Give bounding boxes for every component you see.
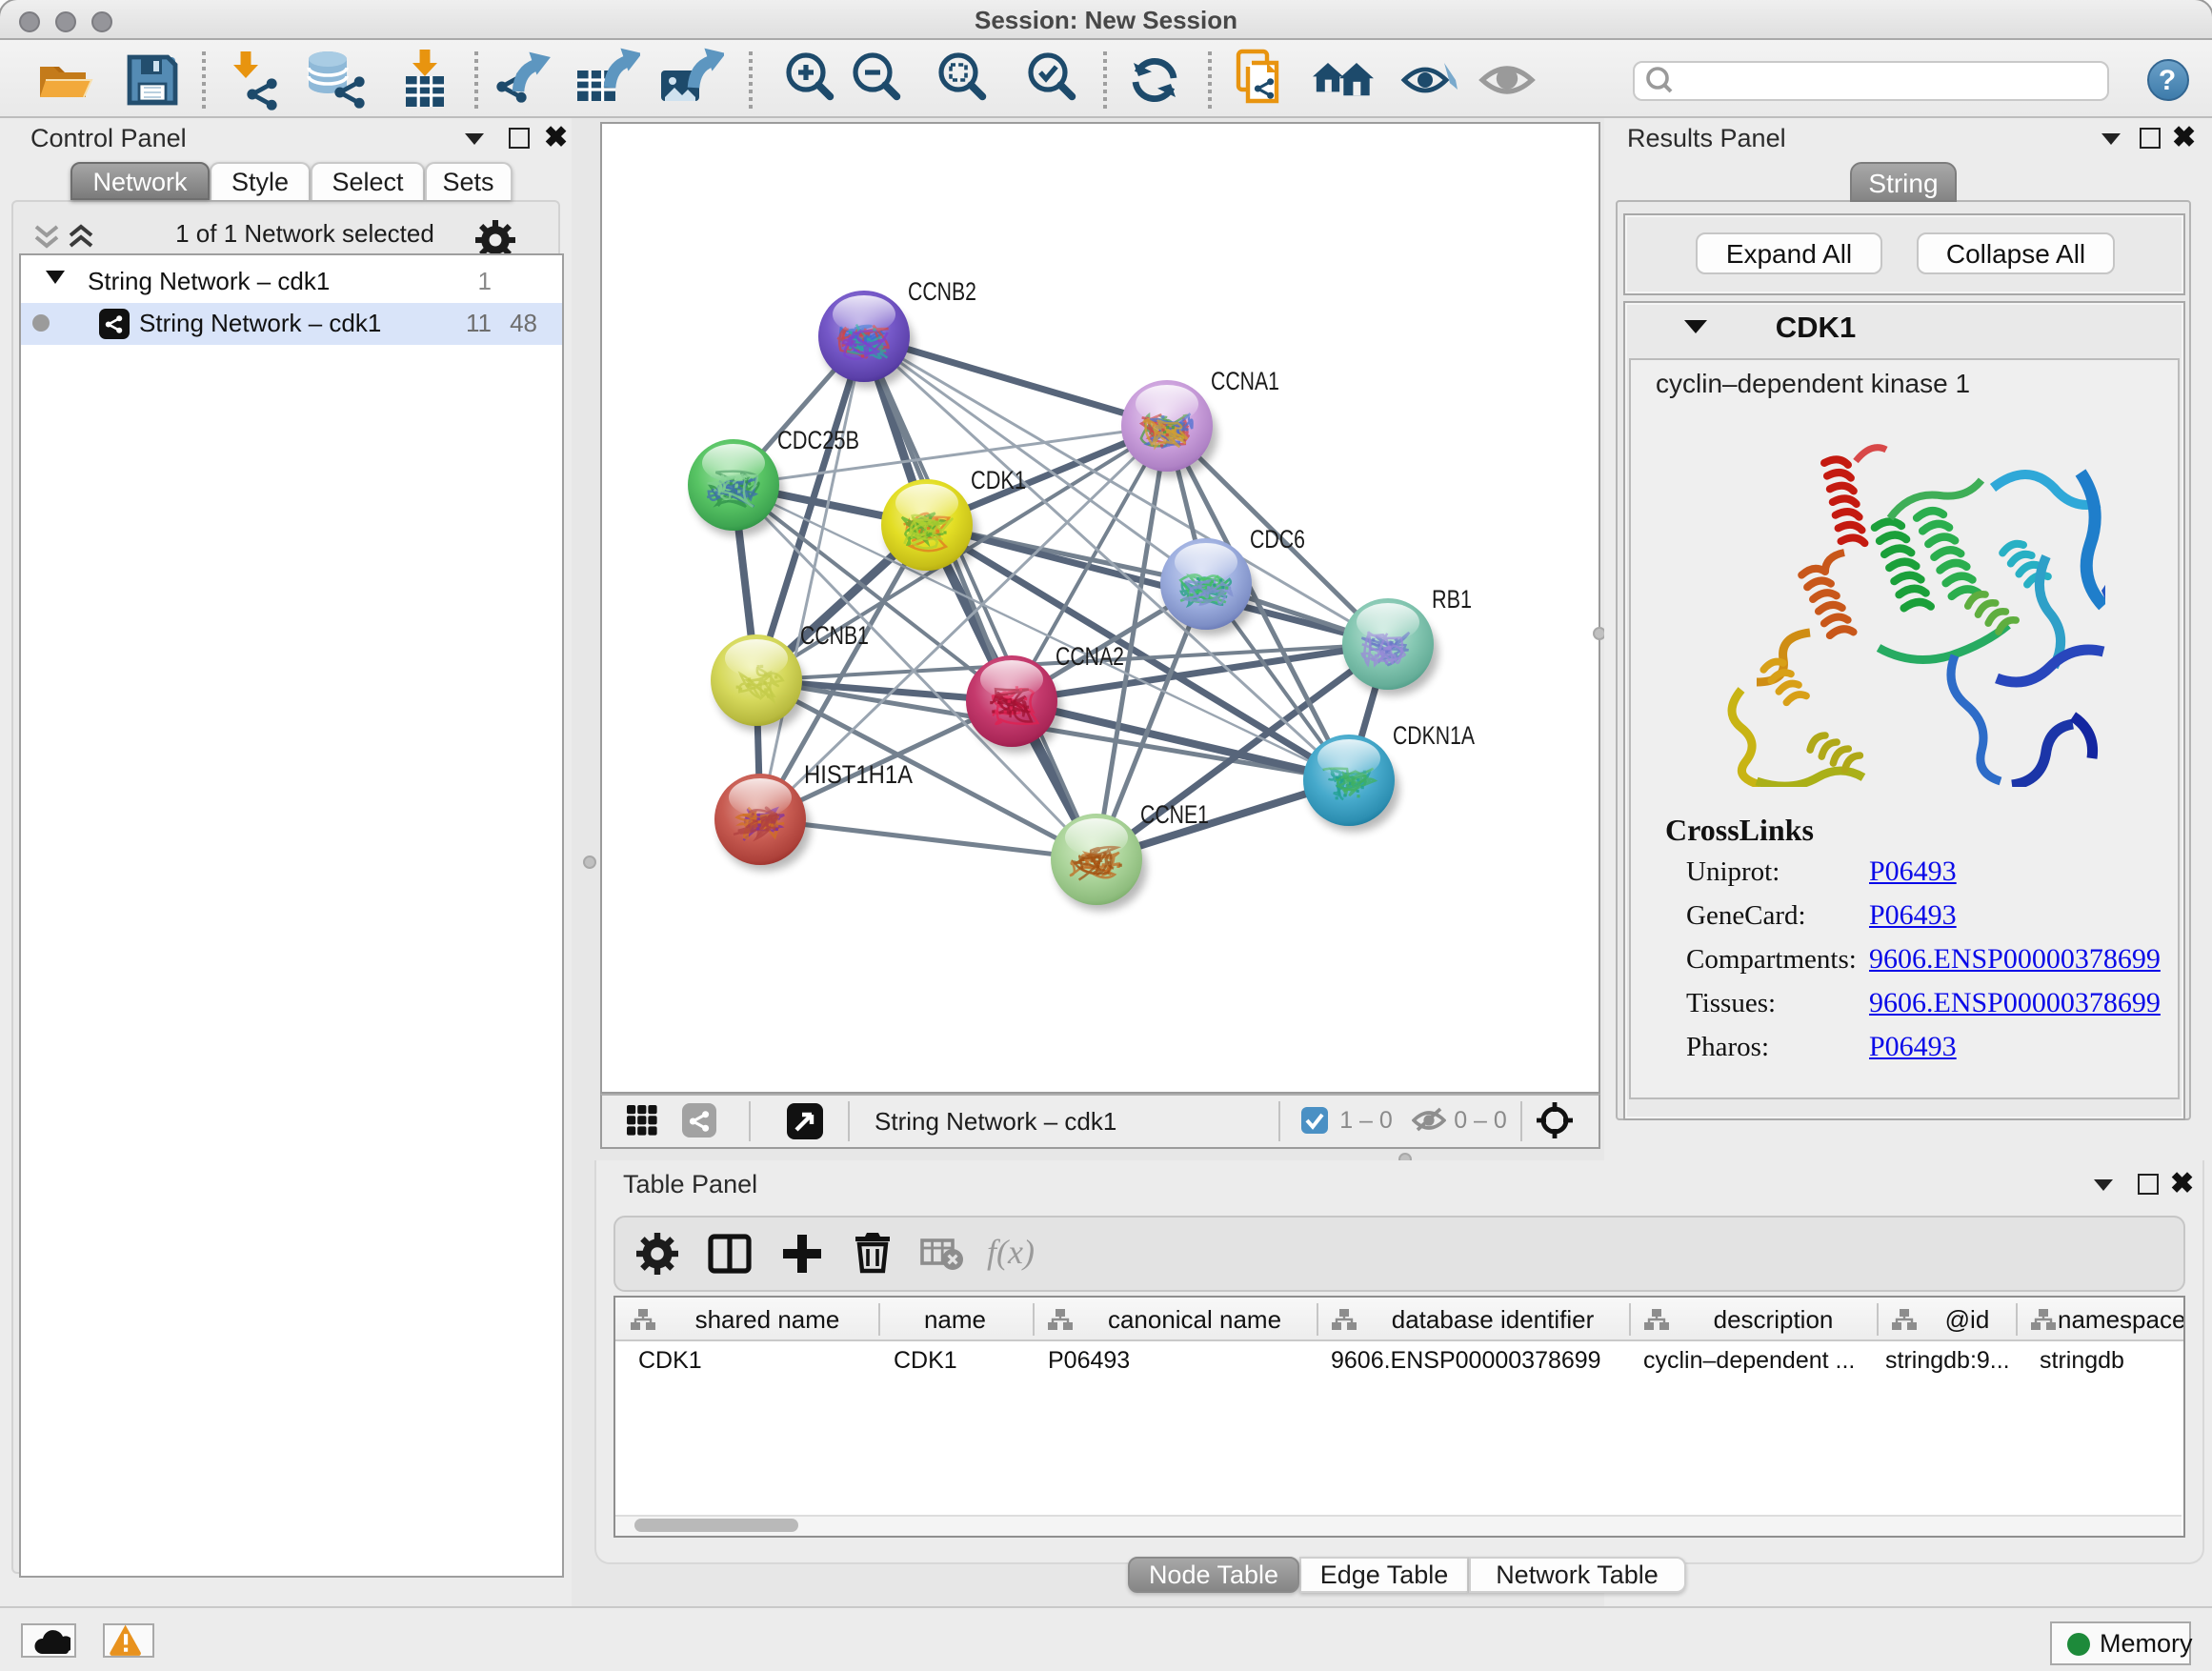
svg-text:CDKN1A: CDKN1A bbox=[1393, 721, 1475, 750]
svg-text:CDC25B: CDC25B bbox=[777, 426, 859, 454]
svg-text:HIST1H1A: HIST1H1A bbox=[804, 760, 913, 789]
svg-text:CCNB2: CCNB2 bbox=[908, 277, 976, 306]
svg-text:CDC6: CDC6 bbox=[1250, 525, 1305, 554]
svg-text:CCNB1: CCNB1 bbox=[800, 621, 869, 650]
svg-text:CCNA1: CCNA1 bbox=[1211, 367, 1279, 395]
svg-text:CDK1: CDK1 bbox=[971, 466, 1026, 494]
svg-text:RB1: RB1 bbox=[1432, 585, 1472, 614]
svg-text:CCNA2: CCNA2 bbox=[1056, 642, 1124, 671]
svg-text:CCNE1: CCNE1 bbox=[1140, 800, 1209, 829]
